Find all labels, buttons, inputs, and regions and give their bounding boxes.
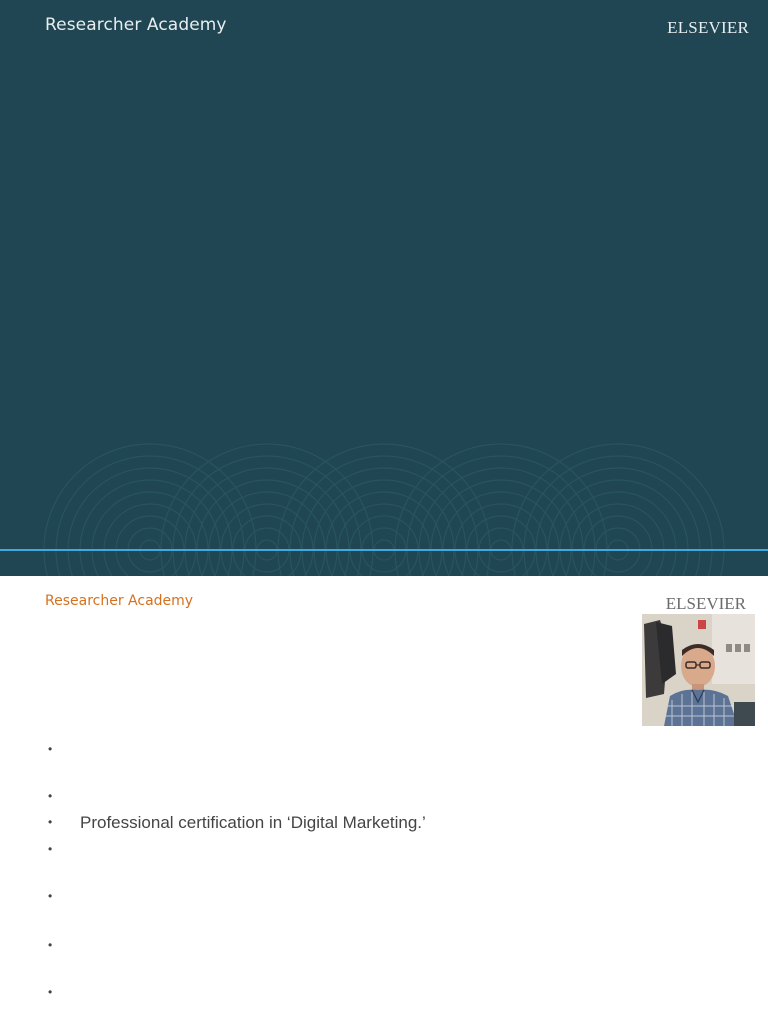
ripple-pattern-decoration (43, 443, 725, 576)
list-item: • (48, 936, 80, 956)
speaker-photo (642, 614, 755, 726)
list-item: • (48, 840, 80, 860)
bullet-dot: • (48, 789, 53, 803)
list-item: • (48, 740, 80, 760)
bullet-text: Professional certification in ‘Digital M… (80, 813, 426, 832)
content-slide: Researcher Academy ELSEVIER • • • Profes… (0, 576, 768, 1024)
bullet-dot: • (48, 842, 53, 856)
title-slide: Researcher Academy ELSEVIER (0, 0, 768, 576)
list-item: • (48, 983, 80, 1003)
list-item: • (48, 787, 80, 807)
bullet-dot: • (48, 985, 53, 999)
list-item: • Professional certification in ‘Digital … (48, 813, 426, 833)
bullet-dot: • (48, 938, 53, 952)
accent-divider-line (0, 549, 768, 551)
researcher-academy-brand: Researcher Academy (45, 593, 194, 609)
researcher-academy-brand: Researcher Academy (45, 15, 227, 35)
list-item: • (48, 887, 80, 907)
elsevier-logo: ELSEVIER (667, 18, 749, 37)
bullet-dot: • (48, 742, 53, 756)
bullet-dot: • (48, 889, 53, 903)
bullet-dot: • (48, 815, 53, 829)
elsevier-logo: ELSEVIER (665, 594, 746, 613)
